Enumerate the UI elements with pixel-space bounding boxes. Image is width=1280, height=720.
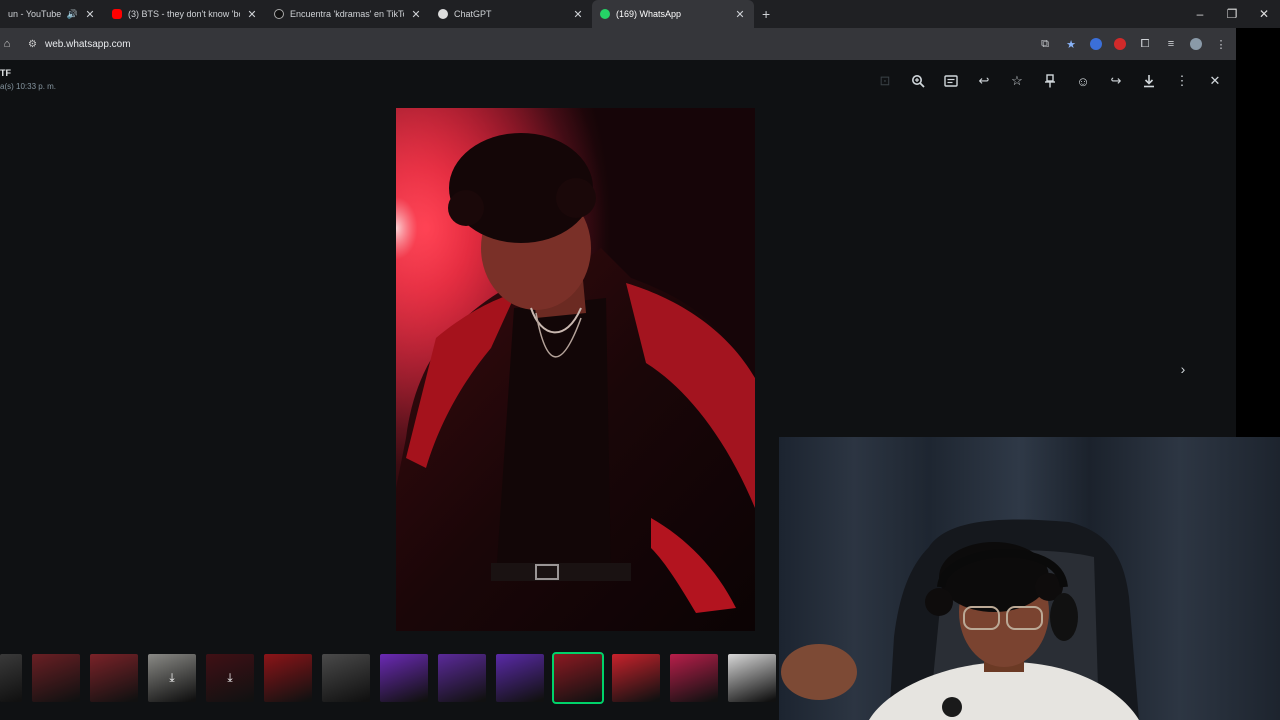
tab-chatgpt[interactable]: ChatGPT ✕ [430, 0, 592, 28]
extension-icon[interactable] [1090, 38, 1102, 50]
viewed-photo[interactable] [396, 108, 755, 631]
media-thumbnail[interactable] [0, 654, 22, 702]
next-media-button[interactable]: › [1174, 360, 1192, 378]
close-window-button[interactable]: ✕ [1248, 0, 1280, 28]
tab-search-icon[interactable]: ≡ [1164, 38, 1178, 50]
media-thumbnail[interactable] [670, 654, 718, 702]
download-icon[interactable] [1140, 72, 1158, 90]
minimize-button[interactable]: – [1184, 0, 1216, 28]
media-thumbnail[interactable] [552, 652, 604, 704]
more-options-icon[interactable]: ⋮ [1173, 72, 1191, 90]
address-bar: ⌂ ⚙ web.whatsapp.com ⧉ ★ ⧠ ≡ ⋮ [0, 28, 1236, 60]
media-thumbnail[interactable]: ⤓ [148, 654, 196, 702]
pin-icon[interactable] [1041, 72, 1059, 90]
message-icon[interactable] [942, 72, 960, 90]
extension-icon[interactable] [1114, 38, 1126, 50]
tab-title: ChatGPT [454, 9, 492, 19]
tab-whatsapp[interactable]: (169) WhatsApp ✕ [592, 0, 754, 28]
viewer-toolbar: ⊡ ↩ ☆ ☺ ↪ ⋮ ✕ [876, 72, 1224, 90]
toolbar-extensions: ⧉ ★ ⧠ ≡ ⋮ [1038, 28, 1228, 60]
close-tab-icon[interactable]: ✕ [734, 8, 746, 21]
close-tab-icon[interactable]: ✕ [410, 8, 422, 21]
zoom-dim-icon: ⊡ [879, 73, 891, 88]
cast-icon[interactable]: ⧉ [1038, 38, 1052, 51]
screen: un - YouTube 🔊 ✕ (3) BTS - they don't kn… [0, 0, 1280, 720]
browser-tab-strip: un - YouTube 🔊 ✕ (3) BTS - they don't kn… [0, 0, 1280, 28]
media-thumbnail[interactable] [32, 654, 80, 702]
restore-button[interactable]: ❐ [1216, 0, 1248, 28]
media-thumbnail[interactable]: ⤓ [206, 654, 254, 702]
sender-name: TF [0, 68, 11, 78]
chatgpt-icon [438, 9, 448, 19]
close-tab-icon[interactable]: ✕ [246, 8, 258, 21]
close-viewer-icon[interactable]: ✕ [1206, 72, 1224, 90]
window-controls: – ❐ ✕ [1184, 0, 1280, 28]
whatsapp-icon [600, 9, 610, 19]
sender-timestamp: a(s) 10:33 p. m. [0, 82, 57, 91]
media-thumbnail[interactable] [264, 654, 312, 702]
close-tab-icon[interactable]: ✕ [572, 8, 584, 21]
media-thumbnail-strip: ⤓ ⤓ [0, 648, 780, 708]
media-thumbnail[interactable] [728, 654, 776, 702]
streamer-webcam-illustration [781, 519, 1139, 720]
sender-info: TF a(s) 10:33 p. m. [0, 68, 56, 91]
browser-menu-icon[interactable]: ⋮ [1214, 38, 1228, 51]
forward-icon[interactable]: ↪ [1107, 72, 1125, 90]
media-thumbnail[interactable] [90, 654, 138, 702]
youtube-icon [112, 9, 122, 19]
tab-title: (169) WhatsApp [616, 9, 682, 19]
url-text[interactable]: web.whatsapp.com [45, 39, 131, 50]
download-icon[interactable]: ⤓ [169, 671, 174, 686]
new-tab-button[interactable]: + [754, 6, 778, 22]
media-thumbnail[interactable] [380, 654, 428, 702]
speaker-icon[interactable]: 🔊 [67, 9, 78, 20]
tiktok-icon [274, 9, 284, 19]
media-thumbnail[interactable] [322, 654, 370, 702]
home-icon[interactable]: ⌂ [0, 38, 14, 50]
tab-tiktok[interactable]: Encuentra 'kdramas' en TikTok ✕ [266, 0, 430, 28]
tab-bts-youtube[interactable]: (3) BTS - they don't know 'bout ✕ [104, 0, 266, 28]
emoji-icon[interactable]: ☺ [1074, 72, 1092, 90]
media-thumbnail[interactable] [496, 654, 544, 702]
omnibox[interactable]: ⚙ web.whatsapp.com [28, 33, 131, 55]
portrait-illustration [396, 108, 755, 631]
profile-avatar[interactable] [1190, 38, 1202, 50]
webcam-overlay [779, 437, 1280, 720]
star-icon[interactable]: ☆ [1008, 72, 1026, 90]
media-thumbnail[interactable] [438, 654, 486, 702]
media-thumbnail[interactable] [612, 654, 660, 702]
tab-title: (3) BTS - they don't know 'bout [128, 9, 240, 19]
site-settings-icon[interactable]: ⚙ [28, 39, 37, 50]
tab-title: Encuentra 'kdramas' en TikTok [290, 9, 404, 19]
puzzle-icon[interactable]: ⧠ [1138, 38, 1152, 51]
download-icon[interactable]: ⤓ [227, 671, 232, 686]
close-tab-icon[interactable]: ✕ [84, 8, 96, 21]
reply-icon[interactable]: ↩ [975, 72, 993, 90]
search-icon[interactable] [909, 72, 927, 90]
bookmark-star-icon[interactable]: ★ [1064, 38, 1078, 51]
tab-youtube-music[interactable]: un - YouTube 🔊 ✕ [0, 0, 104, 28]
tab-title: un - YouTube [8, 9, 61, 19]
